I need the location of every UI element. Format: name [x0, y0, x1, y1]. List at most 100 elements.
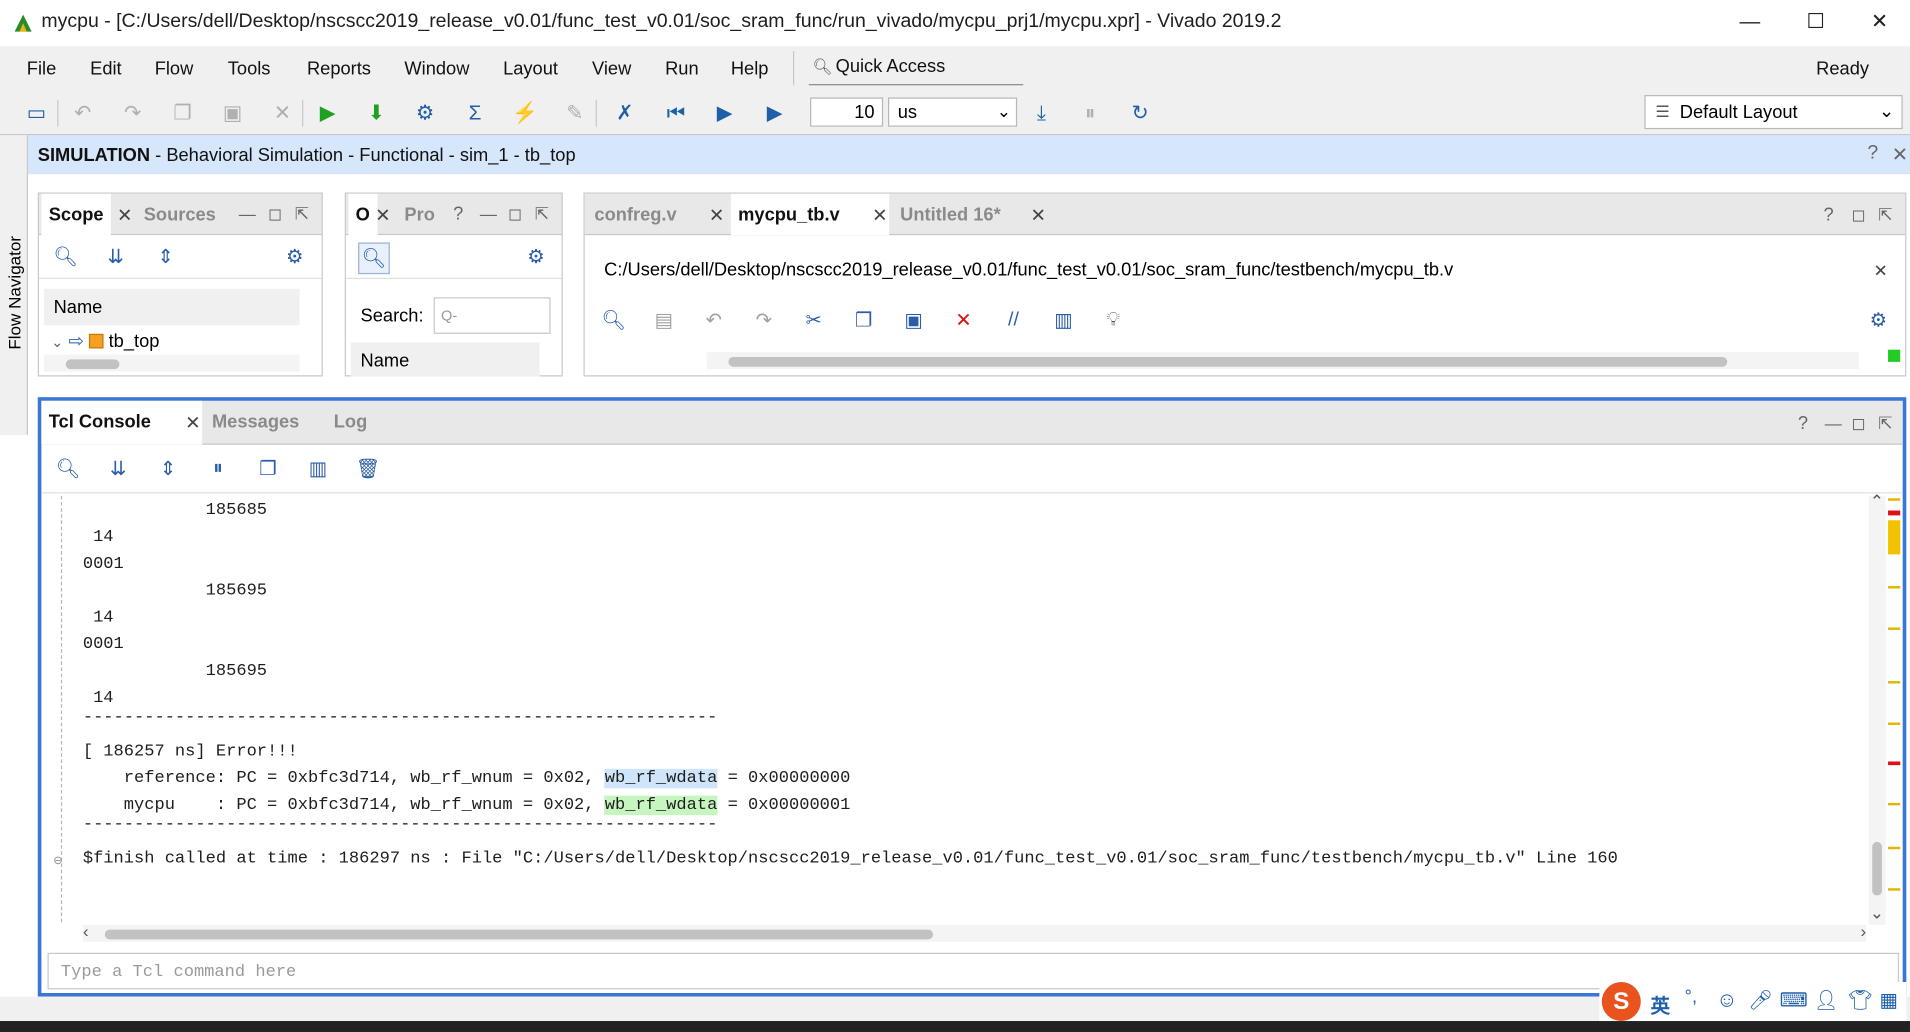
close-icon[interactable]: ✕	[1873, 261, 1887, 282]
float-icon[interactable]: ⇱	[1878, 413, 1892, 434]
step-icon[interactable]: ⤓	[1029, 101, 1053, 125]
help-icon[interactable]: ?	[1798, 413, 1808, 434]
trash-icon[interactable]: 🗑︎	[355, 457, 380, 481]
ime-logo-icon[interactable]: S	[1601, 982, 1641, 1022]
delete-icon[interactable]: ✕	[270, 101, 294, 125]
scroll-thumb[interactable]	[1872, 841, 1882, 896]
paste-icon[interactable]: ▣	[220, 101, 244, 125]
emoji-icon[interactable]: ☺	[1716, 988, 1737, 1012]
help-icon[interactable]: ?	[453, 203, 463, 224]
time-unit-select[interactable]: us ⌄	[887, 97, 1018, 127]
tab-objects[interactable]: O	[348, 193, 378, 236]
sigma-icon[interactable]: Σ	[463, 101, 487, 125]
menu-window[interactable]: Window	[404, 58, 469, 79]
search-icon[interactable]: 🔍︎	[56, 457, 81, 481]
relaunch-icon[interactable]: ↻	[1128, 101, 1152, 125]
restore-icon[interactable]: ◻	[1852, 413, 1866, 434]
flow-navigator[interactable]: Flow Navigator	[0, 135, 29, 435]
layout-select[interactable]: ☰ Default Layout ⌄	[1644, 95, 1903, 130]
float-icon[interactable]: ⇱	[295, 203, 309, 224]
close-icon[interactable]: ✕	[872, 205, 887, 227]
skin-icon[interactable]: 👕︎	[1848, 988, 1873, 1012]
search-icon[interactable]: 🔍︎	[358, 242, 390, 275]
minimize-button[interactable]: —	[1739, 10, 1760, 34]
horizontal-scrollbar[interactable]: ‹ ›	[82, 921, 1866, 942]
expand-all-icon[interactable]: ⇕	[153, 245, 177, 269]
search-icon[interactable]: 🔍︎	[602, 308, 627, 332]
close-icon[interactable]: ✕	[375, 205, 390, 227]
paste-icon[interactable]: ▣	[901, 308, 925, 332]
grid-icon[interactable]: ▦	[1880, 988, 1898, 1012]
run-for-icon[interactable]: ▶	[763, 101, 787, 125]
tab-messages[interactable]: Messages	[205, 401, 307, 442]
float-icon[interactable]: ⇱	[535, 203, 549, 224]
ime-punct-toggle[interactable]: °,	[1685, 987, 1697, 1008]
quick-access-field[interactable]: 🔍︎ Quick Access	[808, 52, 1024, 86]
fold-icon[interactable]: ⊖	[54, 852, 63, 870]
float-icon[interactable]: ⇱	[1878, 205, 1892, 226]
close-icon[interactable]: ✕	[185, 412, 200, 434]
comment-icon[interactable]: //	[1001, 308, 1025, 332]
menu-reports[interactable]: Reports	[307, 58, 371, 79]
close-window-button[interactable]: ✕	[1871, 10, 1888, 34]
close-icon[interactable]: ✕	[709, 205, 724, 227]
menu-tools[interactable]: Tools	[228, 58, 271, 79]
search-icon[interactable]: 🔍︎	[53, 245, 78, 269]
menu-edit[interactable]: Edit	[90, 58, 121, 79]
cut-icon[interactable]: ✂	[802, 308, 826, 332]
download-icon[interactable]: ⬇	[364, 101, 388, 125]
expand-all-icon[interactable]: ⇕	[156, 457, 180, 481]
no-waveform-icon[interactable]: ✗	[613, 101, 637, 125]
horizontal-scrollbar[interactable]	[43, 354, 300, 372]
tab-untitled[interactable]: Untitled 16*	[893, 194, 1008, 235]
restore-icon[interactable]: ◻	[268, 203, 282, 224]
menu-file[interactable]: File	[27, 58, 56, 79]
tab-log[interactable]: Log	[326, 401, 374, 442]
columns-icon[interactable]: ▥	[1051, 308, 1075, 332]
settings-icon[interactable]: ⚙	[413, 101, 437, 125]
undo-icon[interactable]: ↶	[71, 101, 95, 125]
tab-confreg[interactable]: confreg.v	[587, 194, 684, 235]
gear-icon[interactable]: ⚙	[283, 245, 307, 269]
restart-icon[interactable]: ⏮	[664, 101, 688, 125]
run-icon[interactable]: ▶	[315, 101, 339, 125]
probe-icon[interactable]: ✎	[563, 101, 587, 125]
objects-column-header[interactable]: Name	[350, 342, 540, 377]
tab-tcl-console[interactable]: Tcl Console	[41, 400, 203, 445]
save-icon[interactable]: ▤	[652, 308, 676, 332]
collapse-all-icon[interactable]: ⇊	[104, 245, 128, 269]
keyboard-icon[interactable]: ⌨	[1780, 988, 1808, 1012]
maximize-button[interactable]: ☐	[1806, 10, 1825, 34]
columns-icon[interactable]: ▥	[306, 457, 330, 481]
run-all-icon[interactable]: ▶	[713, 101, 737, 125]
help-icon[interactable]: ?	[1867, 143, 1878, 165]
redo-icon[interactable]: ↷	[121, 101, 145, 125]
gear-icon[interactable]: ⚙	[524, 245, 548, 269]
copy-icon[interactable]: ❐	[171, 101, 195, 125]
menu-layout[interactable]: Layout	[503, 58, 558, 79]
bulb-icon[interactable]: 💡︎	[1101, 308, 1125, 332]
minimize-icon[interactable]: —	[1825, 413, 1842, 432]
collapse-all-icon[interactable]: ⇊	[106, 457, 130, 481]
copy-icon[interactable]: ❐	[851, 308, 875, 332]
vertical-scrollbar[interactable]: ⌃ ⌄	[1868, 491, 1886, 925]
close-icon[interactable]: ✕	[1892, 143, 1908, 167]
copy-icon[interactable]: ❐	[256, 457, 280, 481]
minimize-icon[interactable]: —	[480, 203, 497, 222]
menu-view[interactable]: View	[592, 58, 631, 79]
mic-icon[interactable]: 🎤︎	[1748, 988, 1773, 1012]
tree-item-tb-top[interactable]: ⌄ ⇨ tb_top	[51, 330, 159, 352]
restore-icon[interactable]: ◻	[508, 203, 522, 224]
tab-scope[interactable]: Scope	[41, 193, 111, 236]
undo-icon[interactable]: ↶	[702, 308, 726, 332]
redo-icon[interactable]: ↷	[752, 308, 776, 332]
close-icon[interactable]: ✕	[117, 205, 132, 227]
tab-mycpu-tb[interactable]: mycpu_tb.v	[730, 193, 890, 236]
menu-help[interactable]: Help	[731, 58, 769, 79]
menu-flow[interactable]: Flow	[155, 58, 194, 79]
delete-icon[interactable]: ✕	[951, 308, 975, 332]
scope-column-header[interactable]: Name	[43, 288, 300, 326]
open-project-icon[interactable]: ▭	[24, 101, 48, 125]
tab-protocol[interactable]: Pro	[397, 194, 442, 235]
gear-icon[interactable]: ⚙	[1866, 308, 1890, 332]
